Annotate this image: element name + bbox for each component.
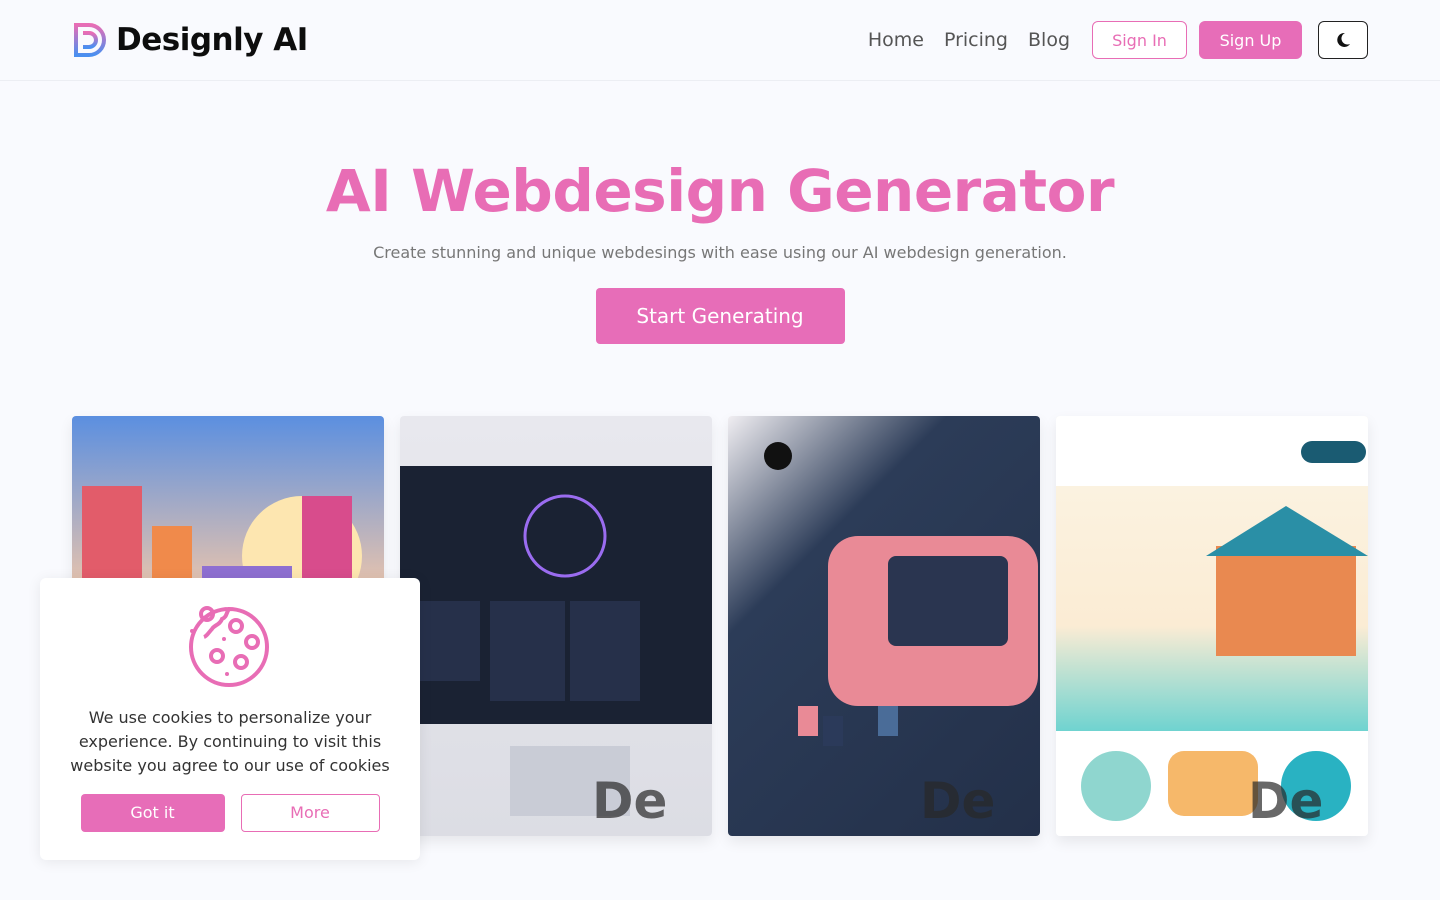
main-nav: Home Pricing Blog Sign In Sign Up [868, 21, 1368, 59]
watermark: De [920, 772, 996, 830]
nav-pricing[interactable]: Pricing [944, 29, 1008, 51]
logo[interactable]: Designly AI [74, 22, 308, 58]
logo-icon [74, 23, 106, 57]
watermark: De [1248, 772, 1324, 830]
gallery-image-ai-dashboard[interactable]: De [400, 416, 712, 836]
cookie-text: We use cookies to personalize your exper… [70, 708, 390, 775]
cookie-icon [189, 606, 270, 687]
nav-home[interactable]: Home [868, 29, 924, 51]
gallery-image-gaming-console[interactable]: De [728, 416, 1040, 836]
gallery-image-resort[interactable]: De [1056, 416, 1368, 836]
start-generating-button[interactable]: Start Generating [595, 288, 845, 344]
page-title: AI Webdesign Generator [325, 157, 1115, 225]
moon-icon [1337, 32, 1350, 47]
hero-subtitle: Create stunning and unique webdesings wi… [373, 243, 1067, 262]
cookie-accept-button[interactable]: Got it [80, 794, 225, 832]
hero: AI Webdesign Generator Create stunning a… [0, 157, 1440, 344]
header: Designly AI Home Pricing Blog Sign In Si… [0, 0, 1440, 81]
cookie-more-button[interactable]: More [240, 794, 380, 832]
theme-toggle-button[interactable] [1318, 21, 1368, 59]
sign-in-button[interactable]: Sign In [1092, 21, 1187, 59]
brand-name: Designly AI [116, 22, 308, 58]
nav-blog[interactable]: Blog [1028, 29, 1070, 51]
cookie-banner: We use cookies to personalize your exper… [40, 578, 420, 860]
watermark: De [592, 772, 668, 830]
sign-up-button[interactable]: Sign Up [1199, 21, 1302, 59]
